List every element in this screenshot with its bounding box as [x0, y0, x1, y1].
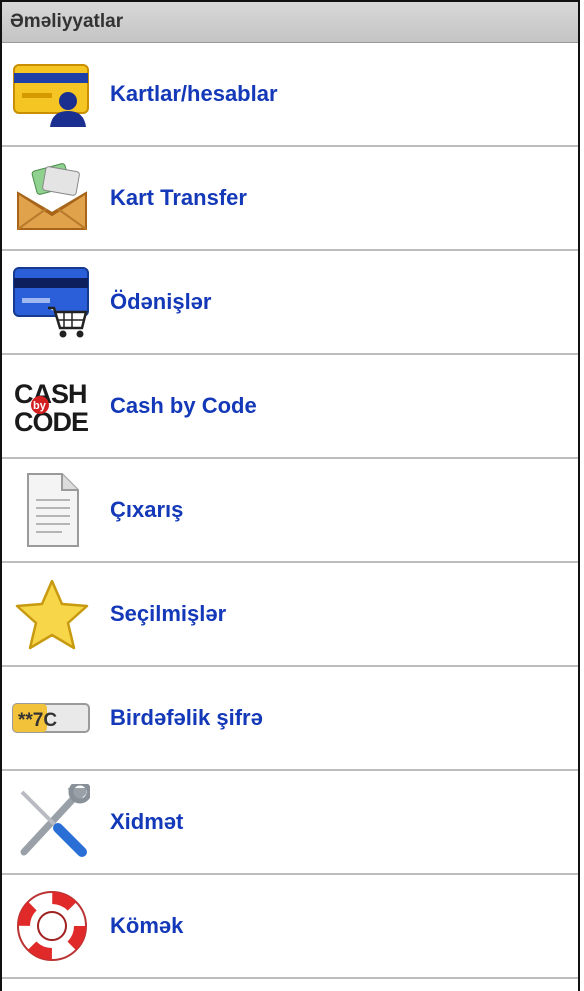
envelope-cards-icon: [12, 158, 92, 238]
menu-item-statement[interactable]: Çıxarış: [2, 459, 578, 563]
tools-icon: [12, 782, 92, 862]
menu-item-cash-by-code[interactable]: CASH CODE by Cash by Code: [2, 355, 578, 459]
menu-item-label: Cash by Code: [110, 393, 257, 418]
menu-item-label: Kartlar/hesablar: [110, 81, 278, 106]
menu-item-cards-accounts[interactable]: Kartlar/hesablar: [2, 43, 578, 147]
document-icon: [12, 470, 92, 550]
cash-logo-badge: by: [33, 400, 47, 412]
menu-item-label: Kart Transfer: [110, 185, 247, 210]
card-cart-icon: [12, 262, 92, 342]
one-time-password-icon: **7C: [12, 678, 92, 758]
cash-by-code-icon: CASH CODE by: [12, 366, 92, 446]
menu-item-label: Çıxarış: [110, 497, 184, 522]
cash-logo-bottom: CODE: [14, 407, 88, 436]
operations-panel: Əməliyyatlar Kartlar/hesablar Kart Trans…: [0, 0, 580, 991]
menu-item-payments[interactable]: Ödənişlər: [2, 251, 578, 355]
menu-item-help[interactable]: Kömək: [2, 875, 578, 979]
menu-item-label: Xidmət: [110, 809, 184, 834]
panel-header: Əməliyyatlar: [2, 2, 578, 43]
star-icon: [12, 574, 92, 654]
menu-item-favorites[interactable]: Seçilmişlər: [2, 563, 578, 667]
menu-item-card-transfer[interactable]: Kart Transfer: [2, 147, 578, 251]
otp-code-text: **7C: [18, 710, 57, 731]
menu-item-label: Seçilmişlər: [110, 601, 227, 626]
menu-item-label: Kömək: [110, 913, 184, 938]
card-user-icon: [12, 54, 92, 134]
menu-item-label: Ödənişlər: [110, 289, 212, 314]
lifebuoy-icon: [12, 886, 92, 966]
menu-item-label: Birdəfəlik şifrə: [110, 705, 263, 730]
menu-item-one-time-password[interactable]: **7C Birdəfəlik şifrə: [2, 667, 578, 771]
cash-logo-top: CASH: [14, 379, 87, 409]
menu-item-service[interactable]: Xidmət: [2, 771, 578, 875]
panel-title: Əməliyyatlar: [10, 11, 124, 32]
